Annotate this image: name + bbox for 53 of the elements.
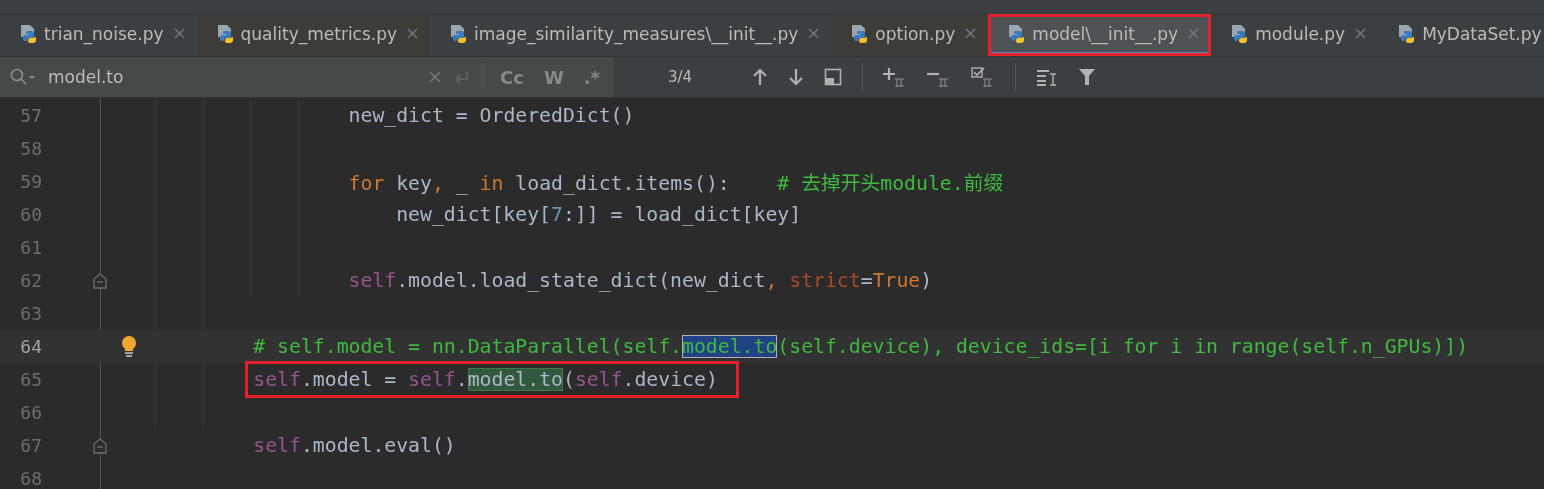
lightbulb-icon[interactable] <box>121 335 137 358</box>
line-number: 63 <box>19 303 42 324</box>
close-icon[interactable] <box>407 28 419 39</box>
search-icon[interactable] <box>10 68 36 86</box>
line-number: 64 <box>19 336 42 357</box>
python-file-icon <box>448 23 469 44</box>
tab-label: trian_noise.py <box>44 23 164 44</box>
close-icon[interactable] <box>1188 28 1200 39</box>
code-line: self.model.load_state_dict(new_dict, strict=True) <box>347 268 934 294</box>
window-icon[interactable] <box>824 68 843 86</box>
clear-icon[interactable] <box>429 71 441 83</box>
tab-label: quality_metrics.py <box>240 23 398 44</box>
code-line: self.model.eval() <box>252 433 457 459</box>
filter-icon[interactable] <box>1078 68 1097 86</box>
python-file-icon <box>849 23 870 44</box>
line-number: 66 <box>19 402 42 423</box>
line-number: 62 <box>19 270 42 291</box>
python-file-icon <box>1229 23 1250 44</box>
line-number: 61 <box>19 237 42 258</box>
tab-label: option.py <box>875 23 956 44</box>
close-icon[interactable] <box>808 28 820 39</box>
line-number: 58 <box>19 138 42 159</box>
line-number: 57 <box>19 105 42 126</box>
code-line: # self.model = nn.DataParallel(self.model.to(self.device), device_ids=[i for i in range(self.n_GPUs)]) <box>252 334 1470 360</box>
line-number: 68 <box>19 468 42 489</box>
tab-label: model\__init__.py <box>1032 23 1179 44</box>
line-number: 67 <box>19 435 42 456</box>
tab-label: image_similarity_measures\__init__.py <box>474 23 799 44</box>
tab-label: module.py <box>1255 23 1346 44</box>
python-file-icon <box>1006 23 1027 44</box>
code-line: for key, _ in load_dict.items(): # 去掉开头module.前缀 <box>347 171 1005 197</box>
python-file-icon <box>1396 23 1417 44</box>
file-tab[interactable]: model\__init__.py <box>988 14 1212 56</box>
line-number: 59 <box>19 171 42 192</box>
python-file-icon <box>18 23 38 44</box>
close-icon[interactable] <box>965 28 977 39</box>
line-number: 65 <box>19 369 42 390</box>
newline-icon[interactable] <box>453 69 471 85</box>
code-line: new_dict[key[7:]] = load_dict[key] <box>395 202 803 228</box>
up-arrow-icon[interactable] <box>752 68 769 86</box>
close-icon[interactable] <box>173 28 185 39</box>
line-number: 60 <box>19 204 42 225</box>
list-options-icon[interactable] <box>1036 68 1059 86</box>
match-count: 3/4 <box>668 68 693 86</box>
file-tab[interactable]: option.py <box>831 14 989 56</box>
close-icon[interactable] <box>1355 28 1367 39</box>
fold-icon[interactable] <box>93 437 107 454</box>
fold-icon[interactable] <box>93 272 107 289</box>
down-arrow-icon[interactable] <box>788 68 805 86</box>
code-line: new_dict = OrderedDict() <box>347 103 636 129</box>
search-field[interactable]: model.to Cc W .* <box>0 57 614 97</box>
tab-label: MyDataSet.py <box>1422 23 1542 44</box>
file-tab[interactable]: quality_metrics.py <box>196 14 431 56</box>
